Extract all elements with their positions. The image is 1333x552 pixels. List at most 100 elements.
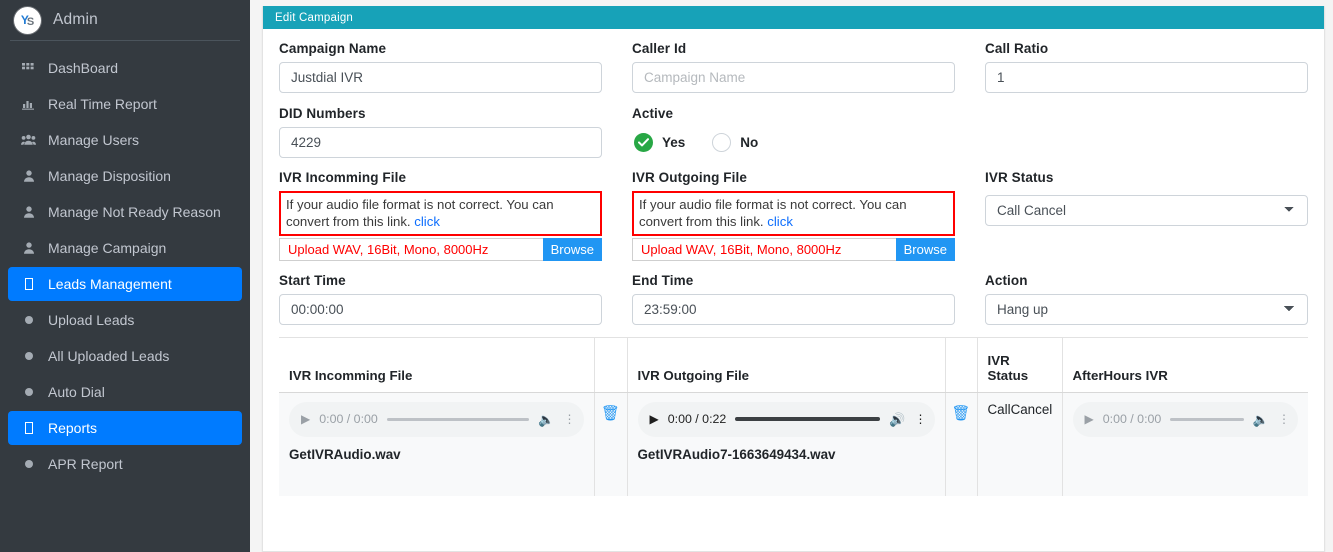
start-time-label: Start Time	[279, 273, 346, 288]
th-ivr-status-line2: Status	[987, 367, 1029, 383]
incoming-audio-time: 0:00 / 0:00	[319, 412, 378, 426]
more-options-icon[interactable]: ⋮	[915, 413, 927, 425]
ivr-outgoing-browse-button[interactable]: Browse	[895, 238, 955, 261]
main-content: Edit Campaign Campaign Name Caller Id Ca…	[250, 0, 1333, 552]
ivr-incoming-warning: If your audio file format is not correct…	[279, 191, 602, 236]
brand-title: Admin	[53, 11, 98, 28]
td-ivr-status: CallCancel	[977, 392, 1063, 496]
sidebar-item-leads-management[interactable]: Leads Management	[8, 267, 242, 301]
volume-icon[interactable]: 🔊	[889, 413, 905, 426]
active-radio-group: Yes No	[632, 127, 955, 158]
field-end-time: End Time	[632, 273, 955, 325]
did-numbers-label: DID Numbers	[279, 106, 366, 121]
form-row-1: Campaign Name Caller Id Call Ratio	[279, 41, 1308, 93]
active-yes-radio[interactable]	[634, 133, 653, 152]
ivr-outgoing-file-hint[interactable]: Upload WAV, 16Bit, Mono, 8000Hz	[632, 238, 896, 261]
incoming-audio-player[interactable]: ▶ 0:00 / 0:00 🔈 ⋮	[289, 401, 584, 437]
afterhours-audio-player[interactable]: ▶ 0:00 / 0:00 🔈 ⋮	[1072, 401, 1298, 437]
edit-campaign-card: Edit Campaign Campaign Name Caller Id Ca…	[262, 6, 1325, 552]
circle-icon	[20, 460, 37, 468]
start-time-input[interactable]	[279, 294, 602, 325]
td-delete-incoming: 🗑	[594, 392, 628, 496]
form-row-4: Start Time End Time Action Hang up	[279, 273, 1308, 325]
sidebar: YS Admin DashBoard Real Time Report Mana…	[0, 0, 250, 552]
brand-logo-icon: YS	[14, 6, 41, 34]
play-icon[interactable]: ▶	[650, 413, 659, 425]
did-numbers-input[interactable]	[279, 127, 602, 158]
ivr-files-table: IVR Incomming File IVR Outgoing File IVR…	[279, 338, 1308, 496]
sidebar-item-upload-leads[interactable]: Upload Leads	[8, 303, 242, 337]
circle-icon	[20, 316, 37, 324]
sidebar-item-manage-not-ready-reason[interactable]: Manage Not Ready Reason	[8, 195, 242, 229]
sidebar-item-manage-disposition[interactable]: Manage Disposition	[8, 159, 242, 193]
ivr-status-select[interactable]: Call Cancel	[985, 195, 1308, 226]
sidebar-item-manage-users[interactable]: Manage Users	[8, 123, 242, 157]
sidebar-item-label: Upload Leads	[48, 312, 135, 328]
sidebar-item-auto-dial[interactable]: Auto Dial	[8, 375, 242, 409]
sidebar-item-all-uploaded-leads[interactable]: All Uploaded Leads	[8, 339, 242, 373]
ivr-outgoing-convert-link[interactable]: click	[767, 214, 793, 229]
end-time-input[interactable]	[632, 294, 955, 325]
circle-icon	[20, 352, 37, 360]
play-icon[interactable]: ▶	[1085, 413, 1094, 425]
sidebar-item-apr-report[interactable]: APR Report	[8, 447, 242, 481]
incoming-audio-progress-slider[interactable]	[386, 417, 530, 421]
field-start-time: Start Time	[279, 273, 602, 325]
trash-icon[interactable]: 🗑	[950, 402, 973, 422]
more-options-icon[interactable]: ⋮	[564, 413, 576, 425]
grid-icon	[20, 63, 37, 73]
outgoing-audio-player[interactable]: ▶ 0:00 / 0:22 🔊 ⋮	[637, 401, 935, 437]
box-glyph-icon	[20, 422, 37, 434]
afterhours-audio-time: 0:00 / 0:00	[1102, 412, 1162, 426]
sidebar-item-label: DashBoard	[48, 60, 119, 76]
active-yes-label: Yes	[662, 135, 686, 150]
afterhours-audio-progress-slider[interactable]	[1170, 417, 1244, 421]
volume-icon[interactable]: 🔈	[538, 413, 554, 426]
field-ivr-incoming-file: IVR Incomming File If your audio file fo…	[279, 170, 602, 261]
sidebar-item-reports[interactable]: Reports	[8, 411, 242, 445]
outgoing-audio-progress-slider[interactable]	[735, 417, 881, 421]
ivr-outgoing-upload-row: Upload WAV, 16Bit, Mono, 8000Hz Browse	[632, 238, 955, 261]
call-ratio-input[interactable]	[985, 62, 1308, 93]
vertical-scrollbar[interactable]	[1326, 0, 1333, 552]
volume-icon[interactable]: 🔈	[1253, 413, 1269, 426]
th-ivr-status: IVR Status	[977, 338, 1063, 393]
more-options-icon[interactable]: ⋮	[1278, 413, 1290, 425]
sidebar-item-label: Reports	[48, 420, 98, 436]
th-ivr-status-line1: IVR	[987, 352, 1010, 368]
ivr-status-value: CallCancel	[987, 401, 1053, 417]
sidebar-item-label: APR Report	[48, 456, 123, 472]
sidebar-item-manage-campaign[interactable]: Manage Campaign	[8, 231, 242, 265]
ivr-incoming-browse-button[interactable]: Browse	[542, 238, 602, 261]
sidebar-item-label: Leads Management	[48, 276, 172, 292]
user-icon	[20, 206, 37, 218]
sidebar-item-label: All Uploaded Leads	[48, 348, 170, 364]
th-ivr-outgoing: IVR Outgoing File	[627, 338, 946, 393]
ivr-outgoing-warning: If your audio file format is not correct…	[632, 191, 955, 236]
sidebar-item-dashboard[interactable]: DashBoard	[8, 51, 242, 85]
form-row-2: DID Numbers Active Yes No	[279, 106, 1308, 158]
th-afterhours-ivr: AfterHours IVR	[1062, 338, 1308, 393]
card-header: Edit Campaign	[263, 6, 1324, 29]
sidebar-nav: DashBoard Real Time Report Manage Users …	[0, 41, 250, 481]
ivr-incoming-convert-link[interactable]: click	[414, 214, 440, 229]
active-no-radio[interactable]	[712, 133, 732, 152]
caller-id-input[interactable]	[632, 62, 955, 93]
sidebar-item-real-time-report[interactable]: Real Time Report	[8, 87, 242, 121]
user-icon	[20, 170, 37, 182]
sidebar-item-label: Real Time Report	[48, 96, 157, 112]
sidebar-item-label: Auto Dial	[48, 384, 105, 400]
th-blank-1	[594, 338, 628, 393]
campaign-name-input[interactable]	[279, 62, 602, 93]
ivr-incoming-upload-row: Upload WAV, 16Bit, Mono, 8000Hz Browse	[279, 238, 602, 261]
ivr-incoming-file-hint[interactable]: Upload WAV, 16Bit, Mono, 8000Hz	[279, 238, 543, 261]
brand[interactable]: YS Admin	[0, 0, 250, 40]
active-no-label: No	[740, 135, 759, 150]
sidebar-item-label: Manage Disposition	[48, 168, 171, 184]
action-label: Action	[985, 273, 1028, 288]
action-select[interactable]: Hang up	[985, 294, 1308, 325]
play-icon[interactable]: ▶	[301, 413, 310, 425]
circle-icon	[20, 388, 37, 396]
td-ivr-incoming: ▶ 0:00 / 0:00 🔈 ⋮ GetIVRAudio.wav	[279, 392, 595, 496]
trash-icon[interactable]: 🗑	[599, 402, 623, 422]
